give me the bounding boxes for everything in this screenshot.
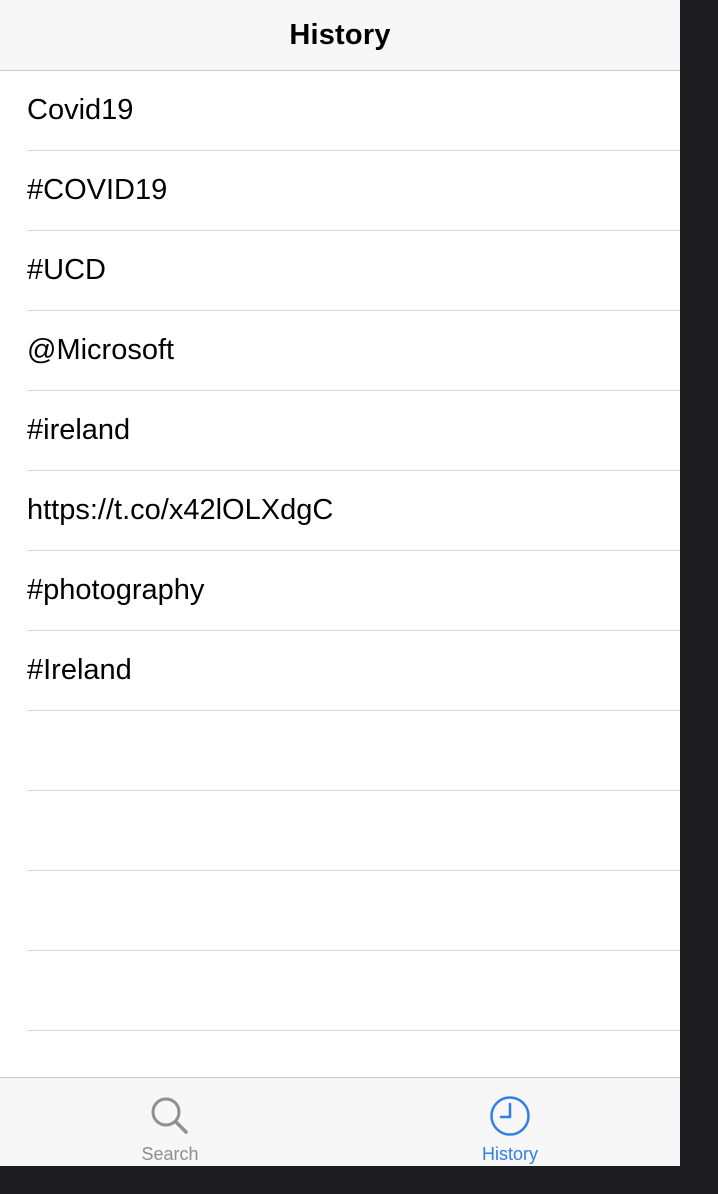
search-icon (151, 1097, 188, 1134)
tab-search[interactable]: Search (0, 1078, 340, 1166)
page-title: History (289, 18, 391, 51)
history-item-label: https://t.co/x42lOLXdgC (27, 494, 334, 526)
history-item-label: @Microsoft (27, 334, 175, 366)
tab-history-label: History (481, 1144, 538, 1164)
history-item[interactable]: #COVID19 (27, 151, 680, 231)
empty-row (27, 711, 680, 791)
history-item-label: #Ireland (27, 654, 132, 686)
history-list[interactable]: Covid19 #COVID19 #UCD @Microsoft #irelan… (0, 71, 680, 1077)
history-item[interactable]: Covid19 (27, 71, 680, 151)
history-item[interactable]: #UCD (27, 231, 680, 311)
empty-row (27, 791, 680, 871)
history-item[interactable]: https://t.co/x42lOLXdgC (27, 471, 680, 551)
tab-bar: Search History (0, 1077, 680, 1166)
history-item-label: #photography (27, 574, 205, 606)
history-item[interactable]: #ireland (27, 391, 680, 471)
history-item-label: #COVID19 (27, 174, 168, 206)
tab-search-label: Search (141, 1144, 199, 1164)
history-item-label: #ireland (27, 414, 131, 446)
history-item-label: #UCD (27, 254, 106, 286)
tab-history[interactable]: History (340, 1078, 680, 1166)
empty-row (27, 951, 680, 1031)
history-item[interactable]: #Ireland (27, 631, 680, 711)
history-item-label: Covid19 (27, 94, 134, 126)
history-item[interactable]: #photography (27, 551, 680, 631)
app-screen: History Covid19 #COVID19 #UCD @Microsoft… (0, 0, 680, 1166)
empty-row (27, 871, 680, 951)
clock-icon (490, 1096, 530, 1136)
history-item[interactable]: @Microsoft (27, 311, 680, 391)
empty-row (27, 1031, 680, 1077)
navigation-bar: History (0, 0, 680, 71)
